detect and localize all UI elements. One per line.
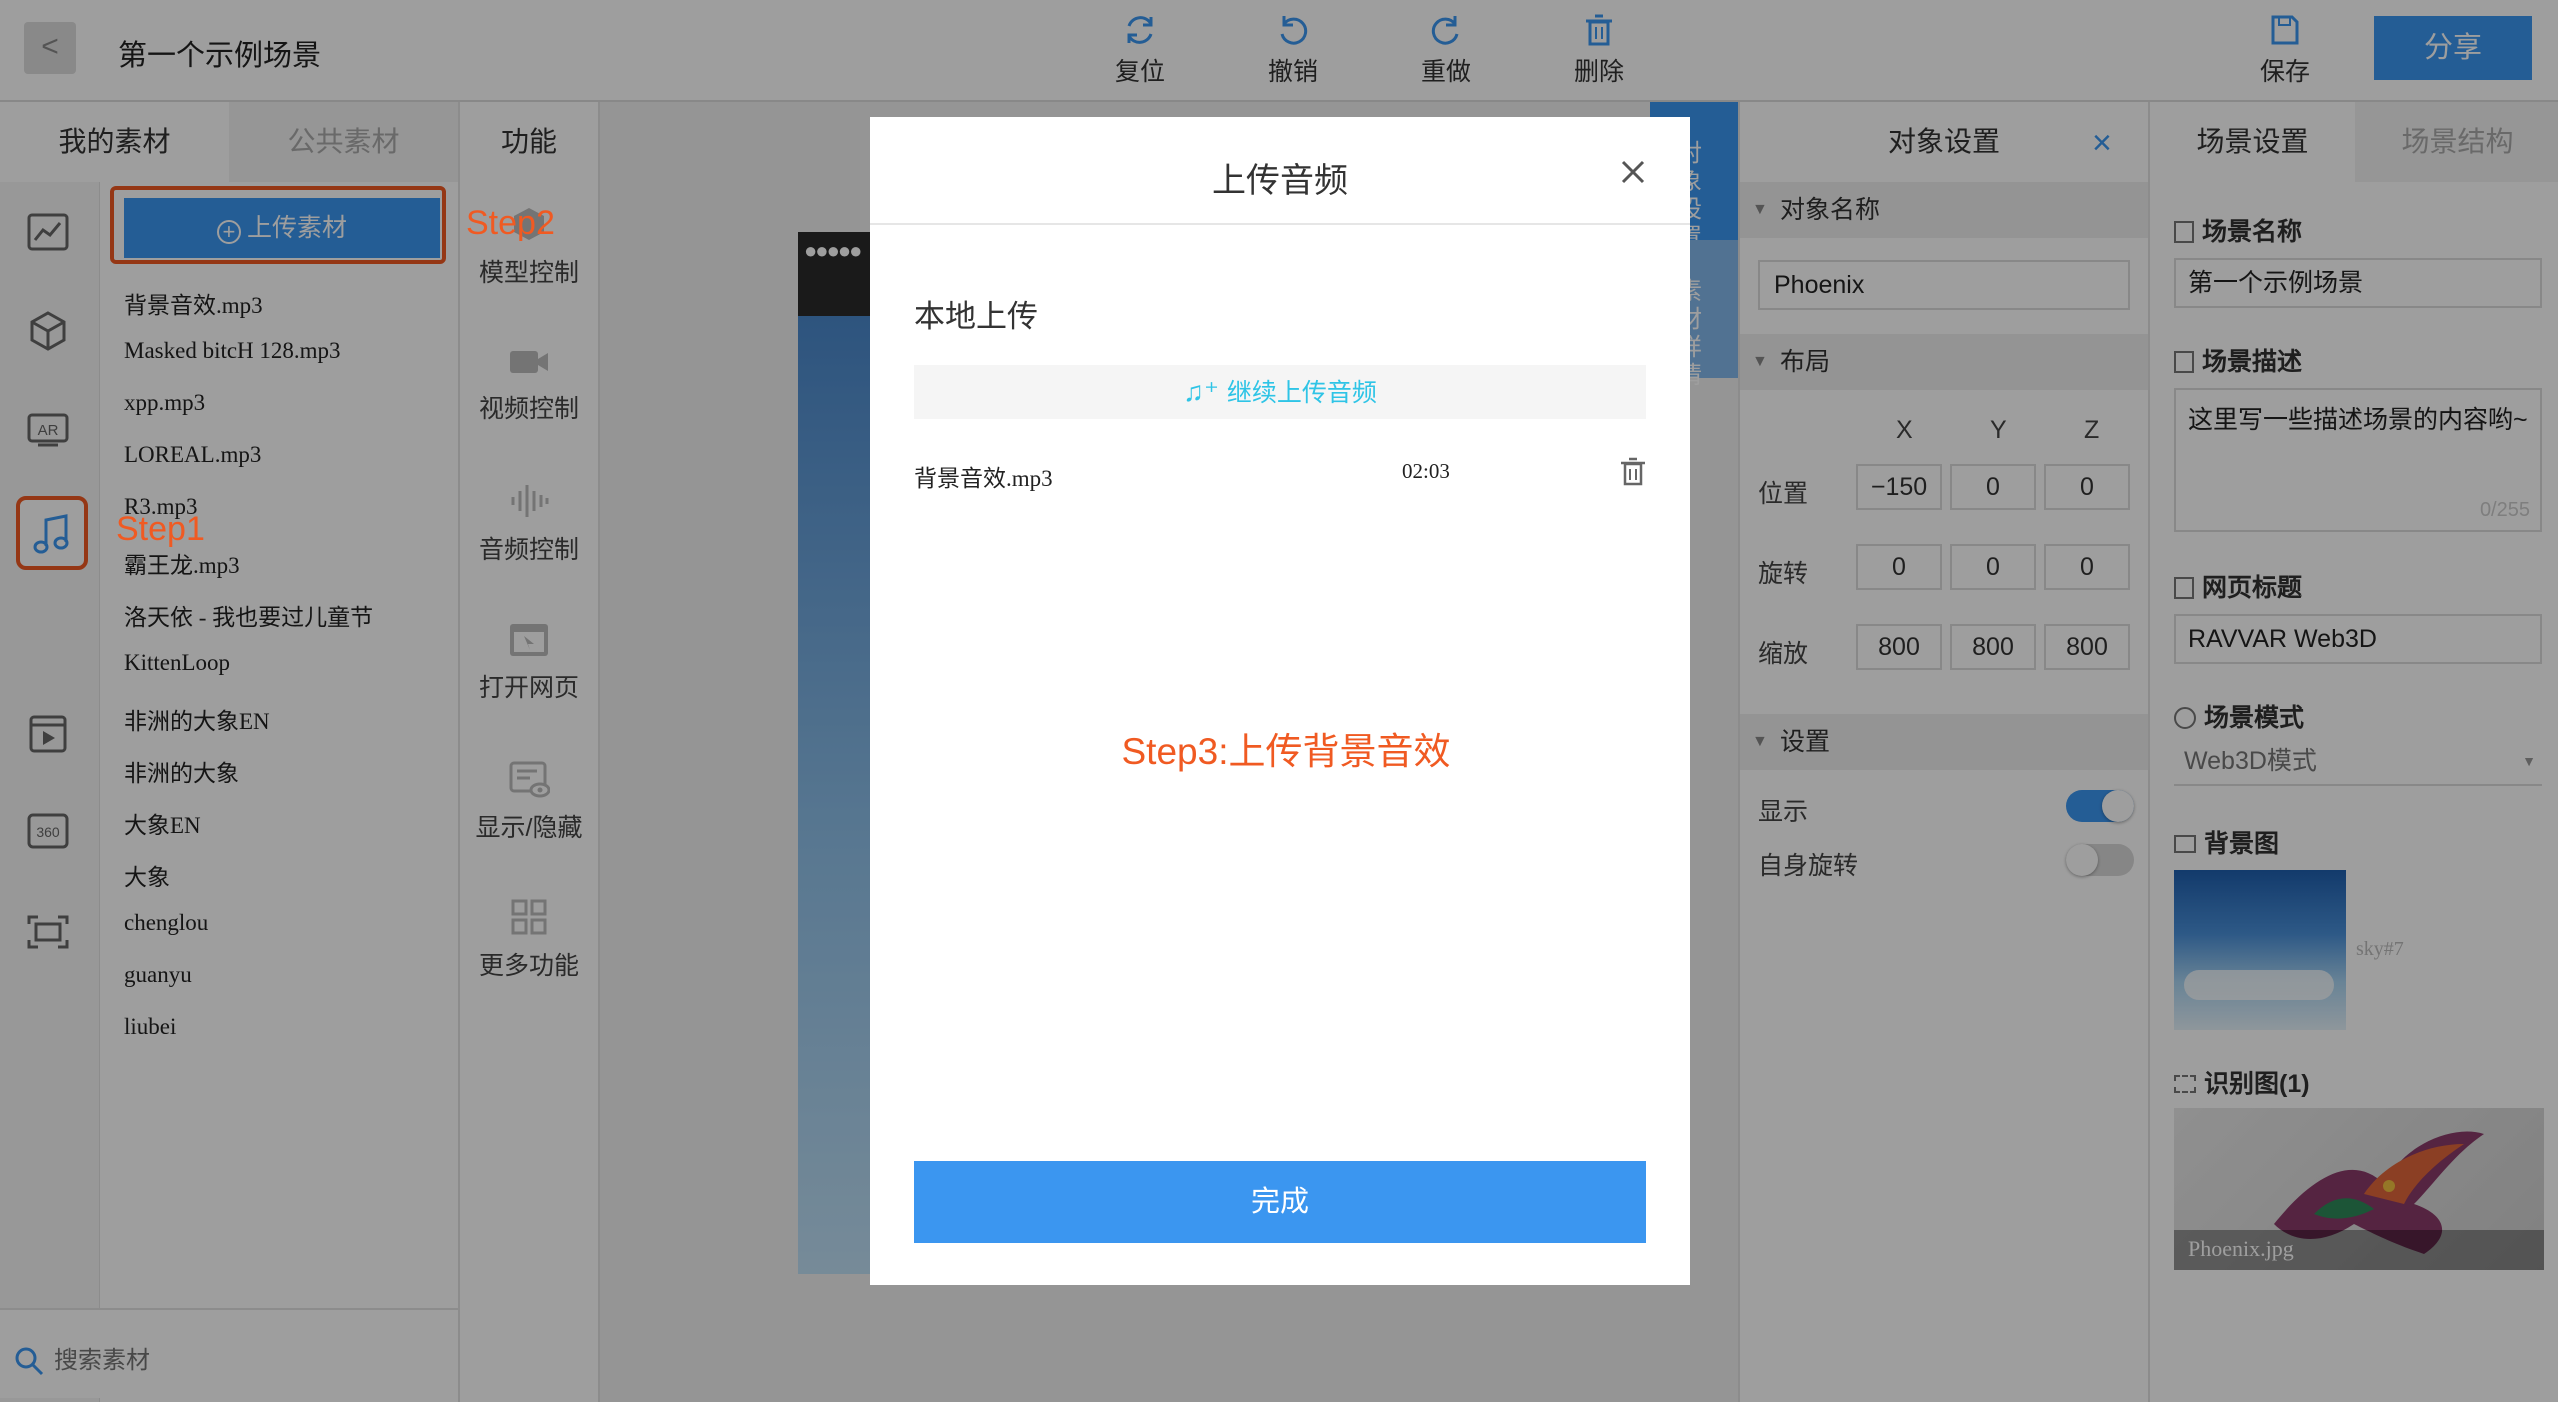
step1-annotation: Step1 xyxy=(116,510,205,548)
music-plus-icon: ♫⁺ xyxy=(1183,376,1219,407)
audio-file-row: 背景音效.mp3 02:03 xyxy=(914,449,1646,499)
step2-annotation: Step2 xyxy=(466,204,555,242)
audio-file-name: 背景音效.mp3 xyxy=(914,466,1053,491)
close-icon xyxy=(1621,160,1645,184)
trash-icon[interactable] xyxy=(1620,457,1646,487)
modal-close-button[interactable] xyxy=(1608,147,1658,197)
step3-annotation: Step3:上传背景音效 xyxy=(1121,731,1451,772)
modal-divider xyxy=(870,223,1690,225)
upload-audio-modal: 上传音频 本地上传 ♫⁺ 继续上传音频 背景音效.mp3 02:03 Step3:… xyxy=(870,117,1690,1285)
modal-title: 上传音频 xyxy=(1212,162,1348,200)
audio-file-duration: 02:03 xyxy=(1402,459,1450,483)
done-button[interactable]: 完成 xyxy=(914,1161,1646,1243)
local-upload-heading: 本地上传 xyxy=(914,299,1038,334)
continue-upload-button[interactable]: ♫⁺ 继续上传音频 xyxy=(914,365,1646,419)
continue-upload-label: 继续上传音频 xyxy=(1226,379,1377,407)
